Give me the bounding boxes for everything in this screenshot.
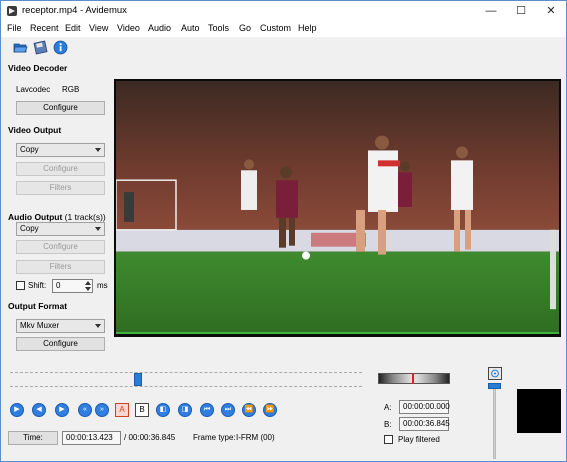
audio-track-count: (1 track(s)): [64, 212, 106, 222]
menu-recent[interactable]: Recent: [30, 23, 59, 33]
video-frame: [116, 81, 559, 334]
audio-filters-button[interactable]: Filters: [16, 260, 105, 274]
volume-slider-handle[interactable]: [488, 383, 501, 389]
menu-edit[interactable]: Edit: [65, 23, 81, 33]
next-black-button[interactable]: ◨: [178, 403, 192, 417]
current-time-value: 00:00:13.423: [66, 433, 113, 442]
output-format-heading: Output Format: [8, 301, 68, 311]
marker-b-label: B:: [384, 420, 392, 429]
video-decoder-heading: Video Decoder: [8, 63, 68, 73]
next-frame-button[interactable]: ▶: [55, 403, 69, 417]
shift-value: 0: [56, 281, 61, 290]
go-to-marker-a-button[interactable]: ⏮: [200, 403, 214, 417]
maximize-button[interactable]: ☐: [506, 1, 536, 22]
audio-codec-select[interactable]: Copy: [16, 222, 105, 236]
audio-output-heading: Audio Output (1 track(s)): [8, 212, 106, 222]
shift-checkbox[interactable]: [16, 281, 25, 290]
chevron-down-icon: [95, 324, 101, 328]
shift-label: Shift:: [28, 281, 47, 290]
set-marker-a-button[interactable]: A: [115, 403, 129, 417]
menu-view[interactable]: View: [89, 23, 108, 33]
save-icon[interactable]: [33, 40, 48, 55]
audio-output-title: Audio Output: [8, 212, 63, 222]
marker-b-field: 00:00:36.845: [399, 417, 450, 431]
jog-shuttle[interactable]: [378, 373, 450, 384]
avidemux-window: receptor.mp4 - Avidemux — ☐ ✕ File Recen…: [0, 0, 567, 462]
current-time-field[interactable]: 00:00:13.423: [62, 431, 121, 445]
muxer-select[interactable]: Mkv Muxer: [16, 319, 105, 333]
previous-keyframe-button[interactable]: «: [78, 403, 92, 417]
menu-video[interactable]: Video: [117, 23, 140, 33]
decoder-configure-button[interactable]: Configure: [16, 101, 105, 115]
timeline-slider-handle[interactable]: [134, 373, 143, 386]
chevron-down-icon: [95, 227, 101, 231]
mini-preview: [517, 389, 561, 433]
play-button[interactable]: ▶: [10, 403, 24, 417]
window-title: receptor.mp4 - Avidemux: [22, 5, 127, 16]
spin-arrows-icon[interactable]: [84, 280, 92, 292]
video-configure-button[interactable]: Configure: [16, 162, 105, 176]
info-icon[interactable]: [53, 40, 68, 55]
video-preview: [114, 79, 561, 337]
previous-frame-button[interactable]: ◀: [32, 403, 46, 417]
app-icon: [7, 6, 17, 16]
marker-a-field: 00:00:00.000: [399, 400, 450, 414]
jog-shuttle-marker: [412, 373, 414, 384]
video-output-heading: Video Output: [8, 125, 62, 135]
menu-bar: File Recent Edit View Video Audio Auto T…: [1, 22, 566, 37]
video-codec-select[interactable]: Copy: [16, 143, 105, 157]
menu-tools[interactable]: Tools: [208, 23, 229, 33]
previous-black-button[interactable]: ◧: [156, 403, 170, 417]
decoder-codec-label: Lavcodec: [16, 85, 51, 94]
play-filtered-checkbox[interactable]: [384, 435, 393, 444]
video-codec-value: Copy: [20, 145, 39, 154]
video-filters-button[interactable]: Filters: [16, 181, 105, 195]
last-frame-button[interactable]: ⏩: [263, 403, 277, 417]
marker-a-label: A:: [384, 403, 392, 412]
shift-unit: ms: [97, 281, 108, 290]
volume-slider-track[interactable]: [493, 385, 496, 459]
audio-codec-value: Copy: [20, 224, 39, 233]
play-filtered-label: Play filtered: [398, 435, 440, 444]
frame-type-label: Frame type:: [193, 433, 236, 442]
muxer-configure-button[interactable]: Configure: [16, 337, 105, 351]
decoder-colorspace-label: RGB: [62, 85, 80, 94]
menu-custom[interactable]: Custom: [260, 23, 291, 33]
toolbar: [1, 37, 566, 58]
menu-file[interactable]: File: [7, 23, 22, 33]
open-folder-icon[interactable]: [13, 40, 28, 55]
title-bar: receptor.mp4 - Avidemux — ☐ ✕: [1, 1, 566, 22]
chevron-down-icon: [95, 148, 101, 152]
volume-icon[interactable]: [488, 367, 502, 380]
menu-help[interactable]: Help: [298, 23, 317, 33]
menu-go[interactable]: Go: [239, 23, 251, 33]
time-button[interactable]: Time:: [8, 431, 58, 445]
timeline-track-top: [10, 372, 362, 373]
close-button[interactable]: ✕: [536, 1, 566, 22]
go-to-marker-b-button[interactable]: ⏭: [221, 403, 235, 417]
marker-a-value: 00:00:00.000: [403, 402, 450, 411]
first-frame-button[interactable]: ⏪: [242, 403, 256, 417]
audio-configure-button[interactable]: Configure: [16, 240, 105, 254]
marker-b-value: 00:00:36.845: [403, 419, 450, 428]
total-time-label: / 00:00:36.845: [124, 433, 176, 442]
muxer-value: Mkv Muxer: [20, 321, 60, 330]
next-keyframe-button[interactable]: »: [95, 403, 109, 417]
minimize-button[interactable]: —: [476, 1, 506, 22]
menu-audio[interactable]: Audio: [148, 23, 171, 33]
menu-auto[interactable]: Auto: [181, 23, 200, 33]
set-marker-b-button[interactable]: B: [135, 403, 149, 417]
timeline-track-bottom: [10, 386, 362, 387]
frame-type-value: I-FRM (00): [236, 433, 275, 442]
